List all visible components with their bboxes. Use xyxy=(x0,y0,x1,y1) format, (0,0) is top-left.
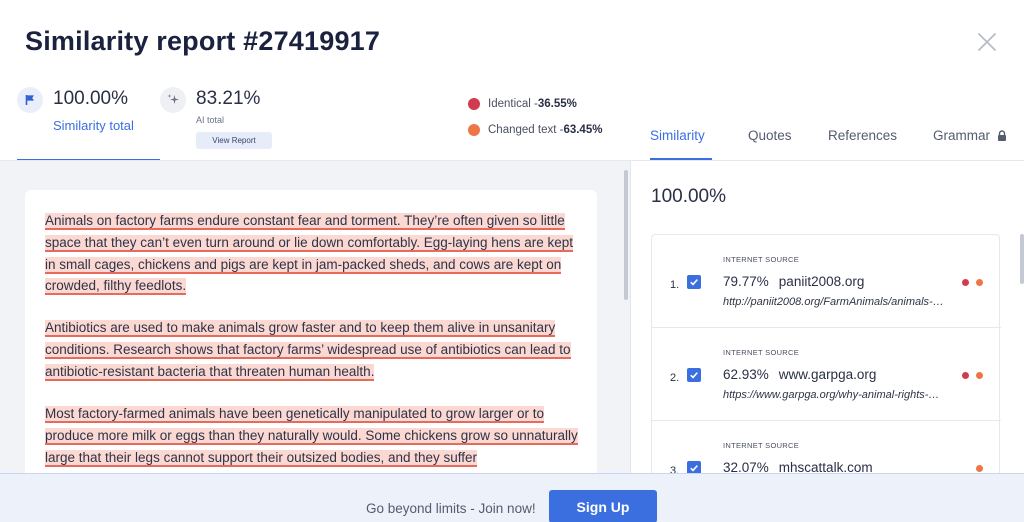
document-paragraph[interactable]: Most factory-farmed animals have been ge… xyxy=(45,403,580,468)
source-checkbox[interactable] xyxy=(687,461,701,473)
source-index: 1. xyxy=(670,279,680,291)
document-paragraph[interactable]: Antibiotics are used to make animals gro… xyxy=(45,317,580,382)
check-icon xyxy=(690,279,698,286)
ai-total-label: AI total xyxy=(196,115,225,125)
ai-total-value: 83.21% xyxy=(196,88,261,109)
source-type: INTERNET SOURCE xyxy=(723,255,800,264)
tab-references[interactable]: References xyxy=(828,128,897,143)
source-checkbox[interactable] xyxy=(687,368,701,382)
identical-dot-icon xyxy=(962,372,969,379)
changed-label: Changed text - xyxy=(488,124,564,136)
source-list: 1. INTERNET SOURCE 79.77% paniit2008.org … xyxy=(651,234,1001,473)
source-item[interactable]: 2. INTERNET SOURCE 62.93% www.garpga.org … xyxy=(652,328,1001,421)
source-percent: 62.93% xyxy=(723,367,769,382)
changed-dot-icon xyxy=(976,465,983,472)
document-scrollbar[interactable] xyxy=(624,170,628,300)
close-icon[interactable] xyxy=(975,30,999,54)
check-icon xyxy=(690,372,698,379)
highlighted-match[interactable]: Most factory-farmed animals have been ge… xyxy=(45,406,578,467)
source-index: 3. xyxy=(670,465,680,473)
source-summary: 62.93% www.garpga.org xyxy=(723,367,876,382)
source-item[interactable]: 3. INTERNET SOURCE 32.07% mhscattalk.com xyxy=(652,421,1001,473)
signup-footer: Go beyond limits - Join now! Sign Up xyxy=(0,473,1024,522)
page-title: Similarity report #27419917 xyxy=(25,26,381,56)
tab-grammar[interactable]: Grammar xyxy=(933,128,1007,143)
source-url[interactable]: https://www.garpga.org/why-animal-rights… xyxy=(723,389,948,401)
view-report-button[interactable]: View Report xyxy=(196,132,272,149)
source-checkbox[interactable] xyxy=(687,275,701,289)
source-summary: 32.07% mhscattalk.com xyxy=(723,460,873,473)
source-type: INTERNET SOURCE xyxy=(723,348,800,357)
sparkle-icon xyxy=(160,87,186,113)
changed-dot-icon xyxy=(976,279,983,286)
highlighted-match[interactable]: Animals on factory farms endure constant… xyxy=(45,213,574,296)
identical-dot-icon xyxy=(962,279,969,286)
sources-scrollbar[interactable] xyxy=(1020,234,1024,284)
source-domain: mhscattalk.com xyxy=(778,460,873,473)
source-domain: paniit2008.org xyxy=(778,274,865,289)
changed-dot-icon xyxy=(468,124,480,136)
similarity-total-metric[interactable]: 100.00% Similarity total xyxy=(17,84,160,161)
identical-value: 36.55% xyxy=(537,98,577,110)
sign-up-button[interactable]: Sign Up xyxy=(549,490,657,522)
source-summary: 79.77% paniit2008.org xyxy=(723,274,864,289)
ai-total-metric: 83.21% AI total View Report xyxy=(160,84,290,154)
tab-grammar-label: Grammar xyxy=(933,128,990,143)
check-icon xyxy=(690,465,698,472)
identical-label: Identical - xyxy=(488,98,538,110)
flag-icon xyxy=(17,87,43,113)
tab-quotes[interactable]: Quotes xyxy=(748,128,792,143)
source-domain: www.garpga.org xyxy=(778,367,877,382)
similarity-total-value: 100.00% xyxy=(53,88,129,109)
lock-icon xyxy=(997,130,1006,141)
source-percent: 32.07% xyxy=(723,460,769,473)
changed-dot-icon xyxy=(976,372,983,379)
report-tabs: Similarity Quotes References Grammar xyxy=(632,118,1024,161)
highlighted-match[interactable]: Antibiotics are used to make animals gro… xyxy=(45,320,571,381)
source-item[interactable]: 1. INTERNET SOURCE 79.77% paniit2008.org … xyxy=(652,235,1001,328)
source-url[interactable]: http://paniit2008.org/FarmAnimals/animal… xyxy=(723,296,948,308)
sources-pane: 100.00% 1. INTERNET SOURCE 79.77% paniit2… xyxy=(631,161,1024,473)
document-pane[interactable]: Animals on factory farms endure constant… xyxy=(0,161,630,473)
source-index: 2. xyxy=(670,372,680,384)
footer-cta-text: Go beyond limits - Join now! xyxy=(366,501,536,516)
identical-dot-icon xyxy=(468,98,480,110)
legend-identical: Identical - 36.55% xyxy=(468,96,602,112)
source-type: INTERNET SOURCE xyxy=(723,441,800,450)
document-paragraph[interactable]: Animals on factory farms endure constant… xyxy=(45,210,580,297)
sources-total-value: 100.00% xyxy=(651,186,727,207)
changed-value: 63.45% xyxy=(563,124,603,136)
document-card: Animals on factory farms endure constant… xyxy=(25,190,597,473)
legend-changed-text: Changed text - 63.45% xyxy=(468,122,602,138)
similarity-total-label: Similarity total xyxy=(53,118,134,133)
match-legend: Identical - 36.55% Changed text - 63.45% xyxy=(468,96,602,148)
tab-similarity[interactable]: Similarity xyxy=(650,128,705,143)
source-percent: 79.77% xyxy=(723,274,769,289)
report-header: Similarity report #27419917 100.00% Simi… xyxy=(0,0,1024,161)
